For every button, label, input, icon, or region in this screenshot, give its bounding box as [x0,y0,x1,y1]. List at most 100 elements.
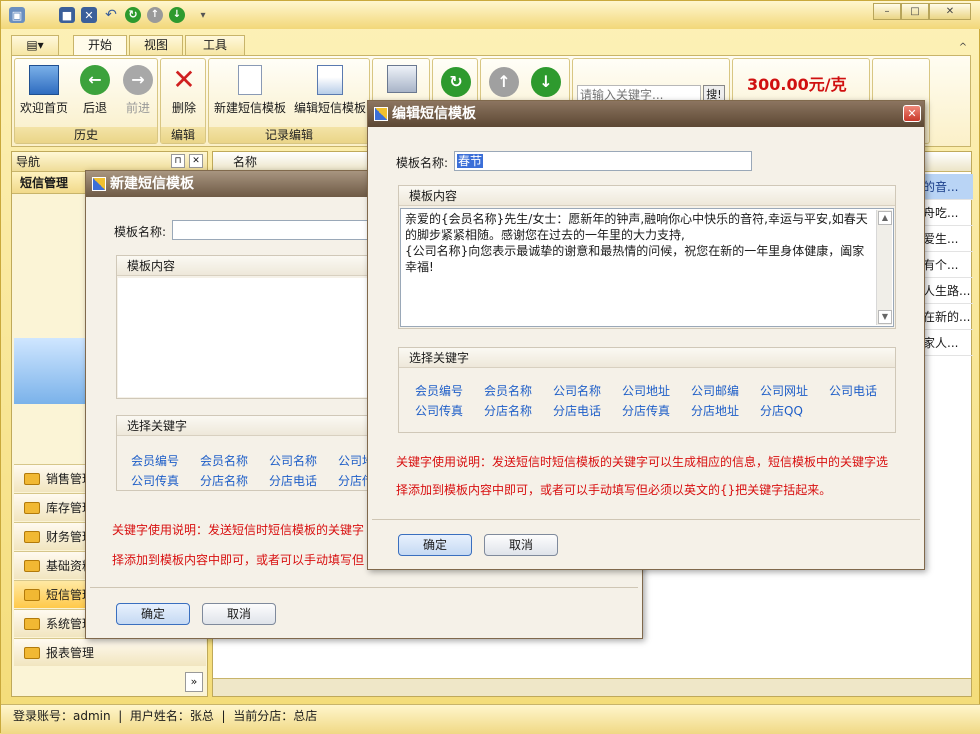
keyword-company-zip[interactable]: 公司邮编 [691,382,739,399]
edit-template-label: 编辑短信模板 [293,101,366,115]
edit-ok-button[interactable]: 确定 [398,534,472,556]
keyword-branch-phone[interactable]: 分店电话 [553,402,601,419]
grid-cell[interactable]: 舟吃... [919,200,973,226]
edit-content-label: 模板内容 [399,186,895,206]
app-menu-button[interactable]: ▤▾ [11,35,59,55]
print-icon[interactable] [387,65,417,93]
group-record-label: 记录编辑 [209,127,369,143]
edit-keyword-note-line2: 择添加到模板内容中即可，或者可以手动填写但必须以英文的{}把关键字括起来。 [396,483,832,497]
ribbon-collapse-button[interactable]: ^ [956,40,970,57]
grid-cell[interactable]: 的音... [919,174,973,200]
edit-template-button[interactable]: 编辑短信模板 [291,65,369,121]
status-text: 登录账号：admin | 用户姓名：张总 | 当前分店：总店 [13,709,318,723]
delete-label: 删除 [171,101,196,115]
edit-name-input[interactable]: 春节 [454,151,752,171]
keyword-company-fax[interactable]: 公司传真 [415,402,463,419]
keyword-member-id[interactable]: 会员编号 [415,382,463,399]
customize-icon[interactable]: ▾ [195,7,211,23]
grid-cell[interactable]: 爱生... [919,226,973,252]
app-icon[interactable]: ▣ [9,7,25,23]
save-close-icon[interactable]: ✕ [81,7,97,23]
edit-content-textarea[interactable]: 亲爱的{会员名称}先生/女士：愿新年的钟声,融响你心中快乐的音符,幸运与平安,如… [400,208,894,327]
minimize-button[interactable]: – [873,3,901,20]
close-nav-icon[interactable]: ✕ [189,154,203,168]
edit-cancel-button[interactable]: 取消 [484,534,558,556]
nav-item-label: 报表管理 [46,646,95,660]
new-name-label: 模板名称: [114,225,167,239]
delete-icon: ✕ [172,63,196,96]
refresh-icon[interactable]: ↻ [125,7,141,23]
keyword-company-address[interactable]: 公司地址 [622,382,670,399]
delete-button[interactable]: ✕ 删除 [165,65,203,121]
new-document-icon [238,65,262,95]
group-record-edit: 新建短信模板 编辑短信模板 记录编辑 [208,58,370,144]
new-content-textarea[interactable] [118,278,374,397]
maximize-button[interactable]: □ [901,3,929,20]
tab-start[interactable]: 开始 [73,35,127,57]
keyword-company-website[interactable]: 公司网址 [760,382,808,399]
grid-cell[interactable]: 人生路... [919,278,973,304]
back-button[interactable]: ← 后退 [75,65,115,121]
close-icon[interactable]: ✕ [903,105,921,122]
move-up-icon[interactable]: ↑ [489,67,519,97]
refresh-large-icon[interactable]: ↻ [441,67,471,97]
keyword-company-phone[interactable]: 公司电话 [829,382,877,399]
nav-header-label: 导航 [16,155,41,169]
edit-template-dialog: 编辑短信模板 ✕ 模板名称: 春节 模板内容 亲爱的{会员名称}先生/女士：愿新… [367,100,925,570]
keyword-branch-fax[interactable]: 分店传真 [622,402,670,419]
edit-document-icon [317,65,343,95]
new-keywords-label: 选择关键字 [117,416,375,436]
home-button[interactable]: 欢迎首页 [17,65,71,121]
nav-item-reports[interactable]: 报表管理 [14,638,206,666]
grid-cell[interactable]: 有个... [919,252,973,278]
edit-keywords-label: 选择关键字 [399,348,895,368]
edit-content-line2: {公司名称}向您表示最诚挚的谢意和最热情的问候，祝您在新的一年里身体健康，阖家幸… [405,244,865,274]
keyword-member-id[interactable]: 会员编号 [131,452,179,469]
forward-button[interactable]: → 前进 [119,65,157,121]
keyword-branch-qq[interactable]: 分店QQ [760,402,803,419]
save-icon[interactable]: ■ [59,7,75,23]
nav-expand-icon[interactable]: » [185,672,203,692]
nav-highlight-item[interactable] [14,338,88,404]
scroll-up-icon[interactable]: ▲ [878,211,892,225]
edit-content-line1: 亲爱的{会员名称}先生/女士：愿新年的钟声,融响你心中快乐的音符,幸运与平安,如… [405,212,868,242]
grid-cell[interactable]: 在新的... [919,304,973,330]
pin-icon[interactable]: ⊓ [171,154,185,168]
folder-icon [24,502,40,514]
group-history-label: 历史 [15,127,157,143]
undo-icon[interactable]: ↶ [103,7,119,23]
keyword-branch-phone[interactable]: 分店电话 [269,472,317,489]
grid-cell[interactable]: 家人... [919,330,973,356]
edit-name-label: 模板名称: [396,156,449,170]
keyword-branch-name[interactable]: 分店名称 [484,402,532,419]
edit-dialog-titlebar[interactable]: 编辑短信模板 ✕ [368,101,924,127]
quick-access-toolbar: ▣ ■ ✕ ↶ ↻ ↑ ↓ ▾ – □ ✕ [1,1,980,29]
new-template-button[interactable]: 新建短信模板 [211,65,289,121]
up-icon[interactable]: ↑ [147,7,163,23]
grid-horizontal-scrollbar[interactable] [213,678,971,696]
status-bar: 登录账号：admin | 用户姓名：张总 | 当前分店：总店 [1,704,980,734]
new-template-label: 新建短信模板 [213,101,286,115]
new-ok-button[interactable]: 确定 [116,603,190,625]
tab-view[interactable]: 视图 [129,35,183,55]
content-scrollbar[interactable]: ▲ ▼ [876,210,892,325]
keyword-company-fax[interactable]: 公司传真 [131,472,179,489]
new-dialog-divider [90,587,638,588]
keyword-branch-name[interactable]: 分店名称 [200,472,248,489]
close-window-button[interactable]: ✕ [929,3,971,20]
new-cancel-button[interactable]: 取消 [202,603,276,625]
folder-icon [24,647,40,659]
new-name-input[interactable] [172,220,372,240]
keyword-company-name[interactable]: 公司名称 [553,382,601,399]
keyword-branch-address[interactable]: 分店地址 [691,402,739,419]
gold-price-label: 300.00元/克 [747,75,847,94]
new-keyword-note-line2: 择添加到模板内容中即可，或者可以手动填写但 [112,553,365,567]
scroll-down-icon[interactable]: ▼ [878,310,892,324]
edit-keywords-fieldset: 选择关键字 会员编号 会员名称 公司名称 公司地址 公司邮编 公司网址 公司电话… [398,347,896,433]
keyword-member-name[interactable]: 会员名称 [200,452,248,469]
keyword-member-name[interactable]: 会员名称 [484,382,532,399]
move-down-icon[interactable]: ↓ [531,67,561,97]
keyword-company-name[interactable]: 公司名称 [269,452,317,469]
tab-tools[interactable]: 工具 [185,35,245,55]
down-icon[interactable]: ↓ [169,7,185,23]
